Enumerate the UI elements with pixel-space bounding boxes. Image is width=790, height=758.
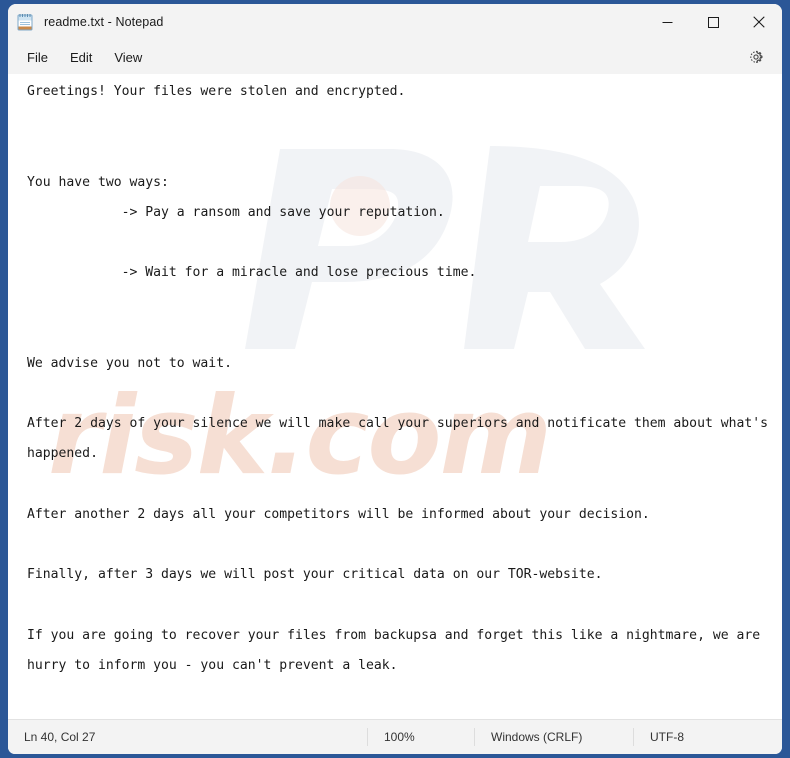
window-controls <box>644 4 782 40</box>
line-ending[interactable]: Windows (CRLF) <box>474 728 633 746</box>
menu-item-edit[interactable]: Edit <box>59 46 103 69</box>
window-frame: readme.txt - Notepad File Edit View risk… <box>0 0 790 758</box>
status-right-group: 100% Windows (CRLF) UTF-8 <box>367 720 782 754</box>
close-button[interactable] <box>736 4 782 40</box>
menu-item-file[interactable]: File <box>16 46 59 69</box>
menu-item-view[interactable]: View <box>103 46 153 69</box>
title-bar[interactable]: readme.txt - Notepad <box>8 4 782 40</box>
zoom-level[interactable]: 100% <box>367 728 474 746</box>
encoding[interactable]: UTF-8 <box>633 728 782 746</box>
window-title: readme.txt - Notepad <box>44 15 164 29</box>
notepad-window: readme.txt - Notepad File Edit View risk… <box>8 4 782 754</box>
gear-icon[interactable] <box>742 43 770 71</box>
cursor-position: Ln 40, Col 27 <box>24 730 96 744</box>
minimize-button[interactable] <box>644 4 690 40</box>
status-bar: Ln 40, Col 27 100% Windows (CRLF) UTF-8 <box>8 719 782 754</box>
document-text[interactable]: Greetings! Your files were stolen and en… <box>8 74 782 719</box>
notepad-icon <box>17 13 33 31</box>
text-editor-area[interactable]: risk.com Greetings! Your files were stol… <box>8 74 782 719</box>
menu-bar: File Edit View <box>8 40 782 74</box>
maximize-button[interactable] <box>690 4 736 40</box>
